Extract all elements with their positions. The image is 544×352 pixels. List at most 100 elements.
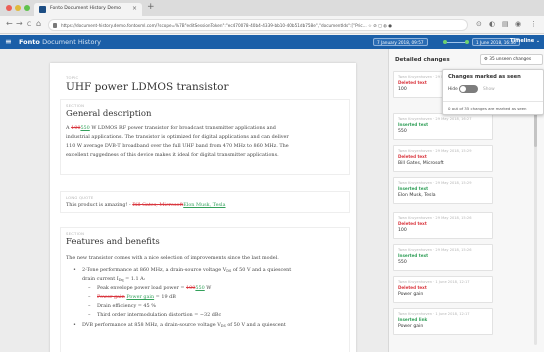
panel-scrollbar-thumb[interactable]: [534, 113, 537, 147]
panel-title: Detailed changes: [395, 57, 450, 63]
url-text: https://document-history.demo.fontoxml.c…: [61, 23, 392, 28]
extension-icon[interactable]: ⊙: [476, 20, 482, 28]
date-from-button[interactable]: 7 January 2018, 09:57: [373, 38, 428, 46]
minimize-window-button[interactable]: [15, 5, 21, 11]
text-run: of 50 V and a quiescent: [225, 322, 286, 328]
inserted-text[interactable]: 550: [195, 285, 204, 291]
sub-list-item[interactable]: Peak envelope power load power = 100550 …: [97, 285, 211, 291]
forward-icon[interactable]: →: [16, 19, 23, 28]
change-kind: Inserted text: [398, 122, 429, 127]
bullet-marker: •: [73, 322, 76, 328]
new-tab-button[interactable]: +: [147, 2, 155, 12]
brand-name: Fonto: [19, 38, 40, 46]
inserted-text[interactable]: 550: [80, 125, 89, 131]
browser-tab-bar: Fonto Document History Demo × +: [0, 0, 544, 16]
change-card[interactable]: Twan Kruyenhoven · 29 May 2018, 15:26 In…: [393, 244, 493, 271]
sub-bullet-marker: –: [88, 285, 91, 291]
text-run: W LDMOS RF power transistor for broadcas…: [89, 125, 276, 131]
description-paragraph[interactable]: A 100550 W LDMOS RF power transistor for…: [66, 124, 348, 160]
app-brand: Fonto Document History: [19, 38, 101, 46]
change-value: 100: [398, 228, 407, 233]
topic-label: TOPIC: [66, 75, 79, 80]
text-run: Peak envelope power load power =: [97, 285, 187, 291]
toggle-knob: [460, 86, 466, 92]
inserted-text[interactable]: Elon Musk, Tesla: [183, 202, 225, 208]
timeline-dropdown[interactable]: Timeline ⌄: [510, 38, 540, 44]
reload-icon[interactable]: C: [27, 21, 31, 28]
change-meta: Twan Kruyenhoven · 29 May 2018, 15:29: [398, 149, 472, 153]
unseen-changes-button[interactable]: ⚙ 35 unseen changes: [480, 54, 543, 65]
change-card[interactable]: Twan Kruyenhoven · 1 June 2018, 12:17 In…: [393, 308, 493, 335]
sub-list-item[interactable]: Drain efficiency = 45 %: [97, 303, 156, 309]
divider: [443, 101, 543, 102]
maximize-window-button[interactable]: [24, 5, 30, 11]
browser-tab[interactable]: Fonto Document History Demo ×: [34, 3, 142, 16]
timeline-slider-start-handle[interactable]: [443, 40, 447, 44]
extension-icon[interactable]: ◉: [515, 20, 521, 28]
app-header: ≡ Fonto Document History 7 January 2018,…: [0, 35, 544, 49]
section-label: SECTION: [66, 103, 85, 108]
change-meta: Twan Kruyenhoven · 29 May 2018, 15:29: [398, 181, 472, 185]
popover-title: Changes marked as seen: [448, 74, 521, 80]
text-run: 2-Tone performance at 860 MHz, a drain-s…: [82, 267, 227, 273]
tab-close-icon[interactable]: ×: [132, 5, 137, 12]
list-item[interactable]: 2-Tone performance at 860 MHz, a drain-s…: [82, 267, 291, 273]
change-kind: Deleted text: [398, 154, 427, 159]
close-window-button[interactable]: [6, 5, 12, 11]
long-quote-label: LONG QUOTE: [66, 195, 94, 200]
list-item-continued[interactable]: drain current IDq = 1.1 A:: [82, 276, 145, 282]
change-meta: Twan Kruyenhoven · 1 June 2018, 12:17: [398, 280, 470, 284]
list-item[interactable]: DVB performance at 858 MHz, a drain-sour…: [82, 322, 286, 328]
deleted-text[interactable]: Power gain: [97, 294, 125, 300]
browser-menu-icon[interactable]: ⋮: [530, 20, 537, 28]
text-run: W: [204, 285, 212, 291]
extension-icon[interactable]: ▤: [502, 20, 509, 28]
change-meta: Twan Kruyenhoven · 29 May 2018, 15:26: [398, 216, 472, 220]
timeline-slider-track[interactable]: [445, 41, 467, 43]
text-run: 110 W average DVB-T broadband over the f…: [66, 143, 289, 149]
section-title: Features and benefits: [66, 237, 160, 247]
features-intro-paragraph[interactable]: The new transistor comes with a nice sel…: [66, 254, 348, 263]
url-input[interactable]: https://document-history.demo.fontoxml.c…: [48, 19, 468, 31]
inserted-link[interactable]: Power gain: [126, 294, 154, 300]
change-kind: Inserted text: [398, 186, 429, 191]
panel-scrollbar[interactable]: [534, 113, 537, 345]
text-run: DVB performance at 858 MHz, a drain-sour…: [82, 322, 221, 328]
address-bar-row: ← → C ⌂ https://document-history.demo.fo…: [0, 16, 544, 34]
change-card[interactable]: Twan Kruyenhoven · 29 May 2018, 16:27 In…: [393, 113, 493, 140]
text-run: industrial applications. The transistor …: [66, 134, 289, 140]
timeline-slider-end-handle[interactable]: [465, 40, 469, 44]
text-run: of 50 V and a quiescent: [231, 267, 292, 273]
sub-list-item[interactable]: Third order intermodulation distortion =…: [97, 312, 221, 318]
text-run: = 1.1 A:: [123, 276, 146, 282]
change-card[interactable]: Twan Kruyenhoven · 29 May 2018, 15:29 De…: [393, 145, 493, 172]
sub-list-item[interactable]: Power gain Power gain = 19 dB: [97, 294, 176, 300]
change-card[interactable]: Twan Kruyenhoven · 1 June 2018, 12:17 De…: [393, 276, 493, 303]
marked-as-seen-popover: Changes marked as seen Hide Show 0 out o…: [442, 69, 544, 115]
change-value: Elon Musk, Tesla: [398, 193, 436, 198]
quote-text[interactable]: This product is amazing! - Bill Gates, M…: [66, 201, 348, 210]
sub-bullet-marker: –: [88, 303, 91, 309]
show-label: Show: [483, 87, 495, 92]
text-run: = 19 dB: [154, 294, 176, 300]
brand-suffix: Document History: [42, 38, 101, 46]
change-meta: Twan Kruyenhoven · 1 June 2018, 12:17: [398, 312, 470, 316]
seen-toggle[interactable]: [459, 85, 478, 93]
change-card[interactable]: Twan Kruyenhoven · 29 May 2018, 15:26 De…: [393, 212, 493, 239]
change-card[interactable]: Twan Kruyenhoven · 29 May 2018, 15:29 In…: [393, 177, 493, 204]
extension-icon[interactable]: ◐: [489, 20, 495, 28]
text-run: drain current I: [82, 276, 119, 282]
menu-icon[interactable]: ≡: [5, 37, 12, 46]
change-kind: Inserted text: [398, 253, 429, 258]
change-value: 550: [398, 129, 407, 134]
back-icon[interactable]: ←: [6, 19, 13, 28]
sub-bullet-marker: –: [88, 312, 91, 318]
change-kind: Deleted text: [398, 221, 427, 226]
hide-label: Hide: [448, 87, 458, 92]
deleted-text[interactable]: Bill Gates, Microsoft: [132, 202, 183, 208]
change-kind: Inserted link: [398, 317, 428, 322]
deleted-text[interactable]: 100: [186, 285, 195, 291]
home-icon[interactable]: ⌂: [36, 19, 41, 28]
page-title: UHF power LDMOS transistor: [66, 81, 229, 93]
section-title: General description: [66, 109, 152, 119]
